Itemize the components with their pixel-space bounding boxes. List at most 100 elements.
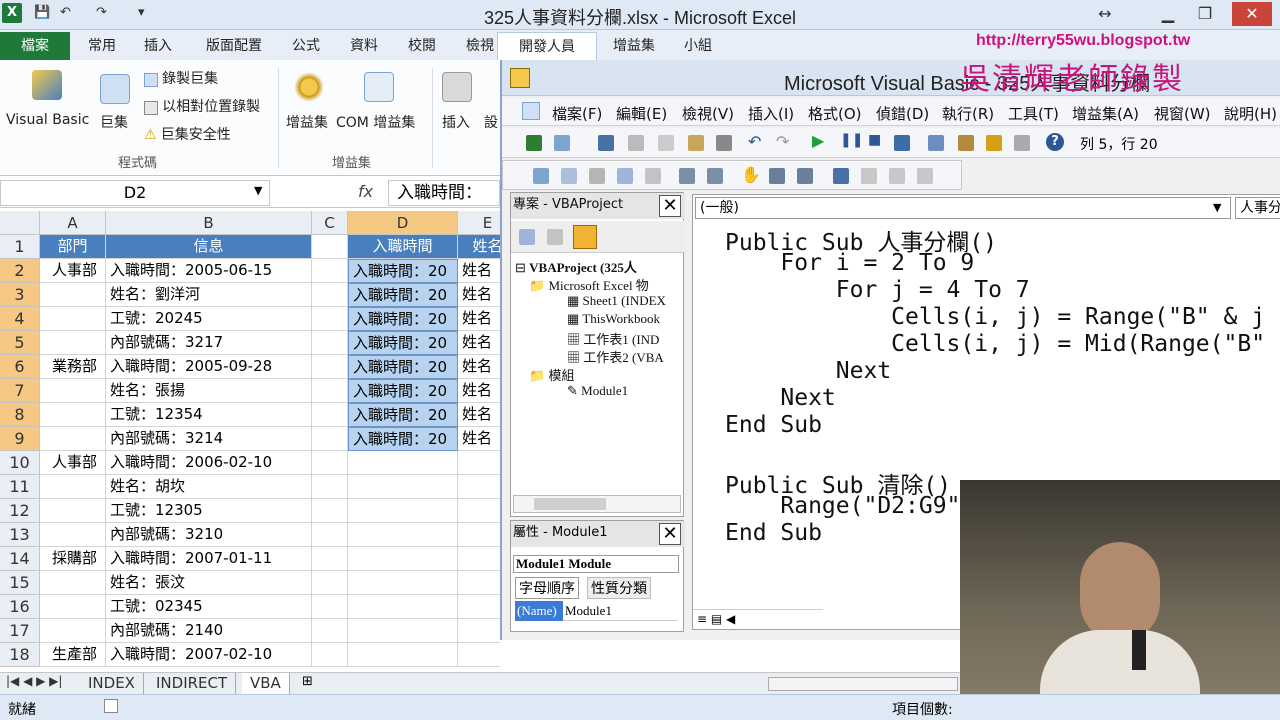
tree-node-modules[interactable]: 📁 模組 (529, 365, 574, 384)
cell[interactable] (348, 595, 458, 619)
insert-control-button[interactable]: 插入 (440, 64, 480, 144)
cell[interactable]: 姓名 (458, 283, 500, 307)
cell[interactable] (312, 619, 348, 643)
cell[interactable]: 部門 (40, 235, 106, 259)
fx-icon[interactable]: fx (358, 182, 373, 201)
cell[interactable] (40, 379, 106, 403)
cell[interactable]: 入職時間：20 (348, 355, 458, 379)
tab-team[interactable]: 小組 (676, 32, 720, 60)
cell[interactable] (348, 451, 458, 475)
code-line[interactable]: Next (725, 358, 891, 384)
horizontal-scrollbar[interactable] (768, 677, 958, 691)
column-header[interactable]: B (106, 211, 312, 235)
close-icon[interactable]: ✕ (659, 523, 681, 545)
cell[interactable] (40, 571, 106, 595)
cell[interactable]: 入職時間：2005-09-28 (106, 355, 312, 379)
save-icon[interactable] (598, 135, 614, 151)
tab-developer[interactable]: 開發人員 (497, 32, 597, 60)
cell[interactable]: 姓名：胡坎 (106, 475, 312, 499)
cell[interactable] (348, 499, 458, 523)
cell[interactable]: 姓名 (458, 379, 500, 403)
row-header[interactable]: 1 (0, 235, 40, 259)
cell[interactable]: 入職時間：20 (348, 259, 458, 283)
excel-icon[interactable] (526, 135, 542, 151)
cell[interactable]: 內部號碼：3210 (106, 523, 312, 547)
toggle-bookmark-icon[interactable] (833, 168, 849, 184)
tab-addins[interactable]: 增益集 (606, 32, 662, 60)
tree-node-project[interactable]: ⊟ VBAProject (325人 (515, 257, 637, 276)
cell[interactable] (312, 235, 348, 259)
cell[interactable] (40, 427, 106, 451)
cell[interactable] (40, 499, 106, 523)
cell[interactable] (312, 355, 348, 379)
cell[interactable] (458, 451, 500, 475)
visual-basic-button[interactable]: Visual Basic (4, 64, 90, 144)
cell[interactable] (312, 499, 348, 523)
row-header[interactable]: 4 (0, 307, 40, 331)
tab-home[interactable]: 常用 (80, 32, 124, 60)
row-header[interactable]: 2 (0, 259, 40, 283)
scrollbar-thumb[interactable] (534, 498, 606, 510)
cell[interactable] (458, 475, 500, 499)
comment-block-icon[interactable] (769, 168, 785, 184)
cell[interactable] (458, 619, 500, 643)
code-line[interactable]: End Sub (725, 412, 822, 438)
cell[interactable]: 姓名：張揚 (106, 379, 312, 403)
tab-categorized[interactable]: 性質分類 (587, 577, 651, 599)
menu-window[interactable]: 視窗(W) (1154, 103, 1211, 124)
cell[interactable]: 入職時間：2005-06-15 (106, 259, 312, 283)
properties-icon[interactable] (958, 135, 974, 151)
project-explorer-icon[interactable] (928, 135, 944, 151)
code-line[interactable]: Cells(i, j) = Mid(Range("B" (725, 331, 1265, 357)
cell[interactable]: 姓名 (458, 235, 500, 259)
macro-security-button[interactable]: ⚠ 巨集安全性 (144, 124, 294, 146)
sheet-tab-indirect[interactable]: INDIRECT (148, 673, 237, 694)
cell[interactable] (40, 475, 106, 499)
cell[interactable]: 生產部 (40, 643, 106, 667)
cell[interactable] (312, 403, 348, 427)
cell[interactable] (312, 427, 348, 451)
vbe-app-icon[interactable] (510, 68, 530, 88)
cell[interactable]: 工號：12354 (106, 403, 312, 427)
cell[interactable] (40, 619, 106, 643)
help-icon[interactable]: ? (1046, 133, 1064, 151)
code-line[interactable]: Range("D2:G9" (725, 493, 960, 519)
cell[interactable] (40, 307, 106, 331)
tree-node-sheet-index[interactable]: ▦ 工作表1 (IND (567, 329, 659, 348)
menu-file[interactable]: 檔案(F) (552, 103, 602, 124)
cell[interactable]: 入職時間：2007-01-11 (106, 547, 312, 571)
cell[interactable] (312, 451, 348, 475)
chevron-down-icon[interactable]: ▼ (254, 184, 262, 197)
collapse-icon[interactable]: ⊟ (515, 260, 526, 275)
cell[interactable] (348, 523, 458, 547)
object-browser-icon[interactable] (986, 135, 1002, 151)
object-selector[interactable]: Module1 Module (513, 555, 679, 573)
excel-view-icon[interactable] (522, 102, 540, 120)
menu-debug[interactable]: 偵錯(D) (876, 103, 929, 124)
cell[interactable]: 信息 (106, 235, 312, 259)
cell[interactable] (312, 379, 348, 403)
formula-input[interactable]: 入職時間： (388, 180, 500, 206)
cell[interactable]: 入職時間：20 (348, 427, 458, 451)
cell[interactable] (312, 307, 348, 331)
cell[interactable] (458, 595, 500, 619)
cell[interactable]: 姓名 (458, 403, 500, 427)
tab-insert[interactable]: 插入 (136, 32, 180, 60)
quick-info-icon[interactable] (589, 168, 605, 184)
menu-tools[interactable]: 工具(T) (1008, 103, 1059, 124)
toolbox-icon[interactable] (1014, 135, 1030, 151)
cell[interactable]: 姓名 (458, 307, 500, 331)
row-header[interactable]: 11 (0, 475, 40, 499)
cut-icon[interactable] (628, 135, 644, 151)
previous-bookmark-icon[interactable] (889, 168, 905, 184)
paste-icon[interactable] (688, 135, 704, 151)
row-header[interactable]: 14 (0, 547, 40, 571)
cell[interactable] (312, 547, 348, 571)
cell[interactable] (312, 259, 348, 283)
menu-run[interactable]: 執行(R) (942, 103, 994, 124)
row-header[interactable]: 9 (0, 427, 40, 451)
cell[interactable] (312, 643, 348, 667)
tab-page-layout[interactable]: 版面配置 (196, 32, 272, 60)
close-icon[interactable]: ✕ (659, 195, 681, 217)
menu-format[interactable]: 格式(O) (808, 103, 862, 124)
